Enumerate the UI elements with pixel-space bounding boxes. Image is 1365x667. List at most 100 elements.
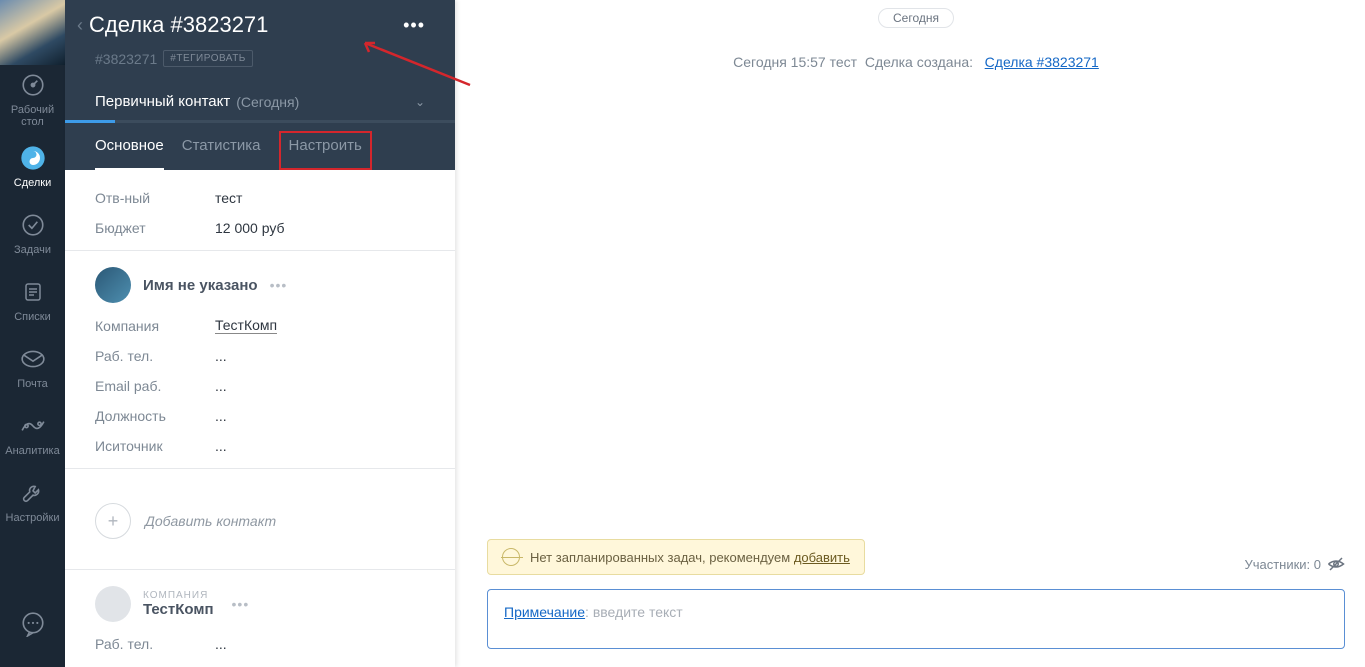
stage-name: Первичный контакт <box>95 93 230 110</box>
tabs: Основное Статистика Настроить <box>95 137 425 170</box>
nav-item-chat[interactable] <box>0 590 65 657</box>
note-placeholder: : введите текст <box>585 604 683 620</box>
detail-header: ‹ Сделка #3823271 ••• #3823271 #ТЕГИРОВА… <box>65 0 455 170</box>
field-value[interactable]: ... <box>215 408 227 424</box>
list-icon <box>18 277 48 307</box>
field-company-phone: Раб. тел. ... <box>95 636 425 652</box>
nav-item-settings[interactable]: Настройки <box>0 467 65 534</box>
company-name[interactable]: ТестКомп <box>143 601 214 618</box>
gauge-icon <box>18 70 48 100</box>
field-label: Отв-ный <box>95 190 215 206</box>
stage-row[interactable]: Первичный контакт (Сегодня) ⌄ <box>95 93 425 110</box>
back-arrow-icon[interactable]: ‹ <box>77 15 83 36</box>
nav-label: Сделки <box>14 177 52 189</box>
banner-text-part: Нет запланированных задач, рекомендуем <box>530 550 794 565</box>
field-label: Бюджет <box>95 220 215 236</box>
participants[interactable]: Участники: 0 <box>1244 555 1345 573</box>
wrench-icon <box>18 478 48 508</box>
nav-item-mail[interactable]: Почта <box>0 333 65 400</box>
chat-icon <box>18 609 48 639</box>
divider <box>65 468 455 469</box>
stage-progress-bar <box>65 120 455 123</box>
detail-body: Отв-ный тест Бюджет 12 000 руб Имя не ук… <box>65 170 455 667</box>
banner-add-link[interactable]: добавить <box>794 550 850 565</box>
nav-item-lists[interactable]: Списки <box>0 266 65 333</box>
stage-date: (Сегодня) <box>236 94 299 110</box>
contact-name[interactable]: Имя не указано <box>143 277 258 294</box>
add-contact-button[interactable]: + Добавить контакт <box>95 485 425 557</box>
company-avatar[interactable] <box>95 586 131 622</box>
field-email: Email раб. ... <box>95 378 425 394</box>
feed-user: тест <box>830 54 857 70</box>
field-phone: Раб. тел. ... <box>95 348 425 364</box>
field-value[interactable]: тест <box>215 190 242 206</box>
field-label: Иситочник <box>95 438 215 454</box>
task-banner-text: Нет запланированных задач, рекомендуем д… <box>530 550 850 565</box>
tag-button[interactable]: #ТЕГИРОВАТЬ <box>163 50 253 67</box>
field-position: Должность ... <box>95 408 425 424</box>
date-pill: Сегодня <box>878 8 954 28</box>
analytics-icon <box>18 411 48 441</box>
eye-off-icon <box>1327 555 1345 573</box>
contact-more-icon[interactable]: ••• <box>270 277 288 293</box>
participants-label: Участники: 0 <box>1244 557 1321 572</box>
nav-label: Списки <box>14 311 51 323</box>
more-dots-icon[interactable]: ••• <box>403 15 425 36</box>
contact-avatar[interactable] <box>95 267 131 303</box>
field-value[interactable]: ... <box>215 636 227 652</box>
deals-icon <box>18 143 48 173</box>
mail-icon <box>18 344 48 374</box>
nav-label: Аналитика <box>5 445 59 457</box>
field-label: Должность <box>95 408 215 424</box>
nav-header-image <box>0 0 65 65</box>
nav-item-deals[interactable]: Сделки <box>0 132 65 199</box>
company-more-icon[interactable]: ••• <box>232 596 250 612</box>
field-label: Компания <box>95 318 215 334</box>
nav-item-tasks[interactable]: Задачи <box>0 199 65 266</box>
company-header: КОМПАНИЯ ТестКомп ••• <box>95 586 425 622</box>
feed-bottom: Нет запланированных задач, рекомендуем д… <box>467 539 1365 667</box>
feed-text: Сделка создана: <box>865 54 973 70</box>
nav-item-dashboard[interactable]: Рабочий стол <box>0 65 65 132</box>
add-contact-label: Добавить контакт <box>145 513 276 529</box>
left-nav: Рабочий стол Сделки Задачи Списки Почта … <box>0 0 65 667</box>
check-icon <box>18 210 48 240</box>
tab-setup[interactable]: Настроить <box>279 131 372 170</box>
feed-time: Сегодня 15:57 <box>733 54 826 70</box>
feed-deal-link[interactable]: Сделка #3823271 <box>985 54 1099 70</box>
panel-gap <box>455 0 467 667</box>
nav-label: Задачи <box>14 244 51 256</box>
field-source: Иситочник ... <box>95 438 425 454</box>
clock-icon <box>502 548 520 566</box>
tab-stats[interactable]: Статистика <box>182 137 261 170</box>
field-value-link[interactable]: ТестКомп <box>215 317 277 334</box>
plus-icon: + <box>95 503 131 539</box>
nav-label: Рабочий стол <box>0 104 65 128</box>
feed-event-line: Сегодня 15:57 тест Сделка создана: Сделк… <box>467 54 1365 70</box>
chevron-down-icon[interactable]: ⌄ <box>415 95 425 109</box>
nav-item-analytics[interactable]: Аналитика <box>0 400 65 467</box>
tab-main[interactable]: Основное <box>95 137 164 170</box>
field-label: Раб. тел. <box>95 348 215 364</box>
feed-area: Сегодня Сегодня 15:57 тест Сделка создан… <box>467 0 1365 667</box>
field-company: Компания ТестКомп <box>95 317 425 334</box>
detail-panel: ‹ Сделка #3823271 ••• #3823271 #ТЕГИРОВА… <box>65 0 455 667</box>
task-banner: Нет запланированных задач, рекомендуем д… <box>487 539 865 575</box>
nav-label: Настройки <box>6 512 60 524</box>
field-value[interactable]: 12 000 руб <box>215 220 285 236</box>
note-prefix-link[interactable]: Примечание <box>504 604 585 620</box>
deal-id: #3823271 <box>95 51 157 67</box>
field-value[interactable]: ... <box>215 438 227 454</box>
field-label: Раб. тел. <box>95 636 215 652</box>
field-value[interactable]: ... <box>215 348 227 364</box>
deal-title[interactable]: Сделка #3823271 <box>89 12 403 38</box>
field-label: Email раб. <box>95 378 215 394</box>
field-responsible: Отв-ный тест <box>95 190 425 206</box>
note-input[interactable]: Примечание: введите текст <box>487 589 1345 649</box>
nav-label: Почта <box>17 378 48 390</box>
divider <box>65 569 455 570</box>
field-value[interactable]: ... <box>215 378 227 394</box>
contact-header: Имя не указано ••• <box>95 267 425 303</box>
divider <box>65 250 455 251</box>
field-budget: Бюджет 12 000 руб <box>95 220 425 236</box>
